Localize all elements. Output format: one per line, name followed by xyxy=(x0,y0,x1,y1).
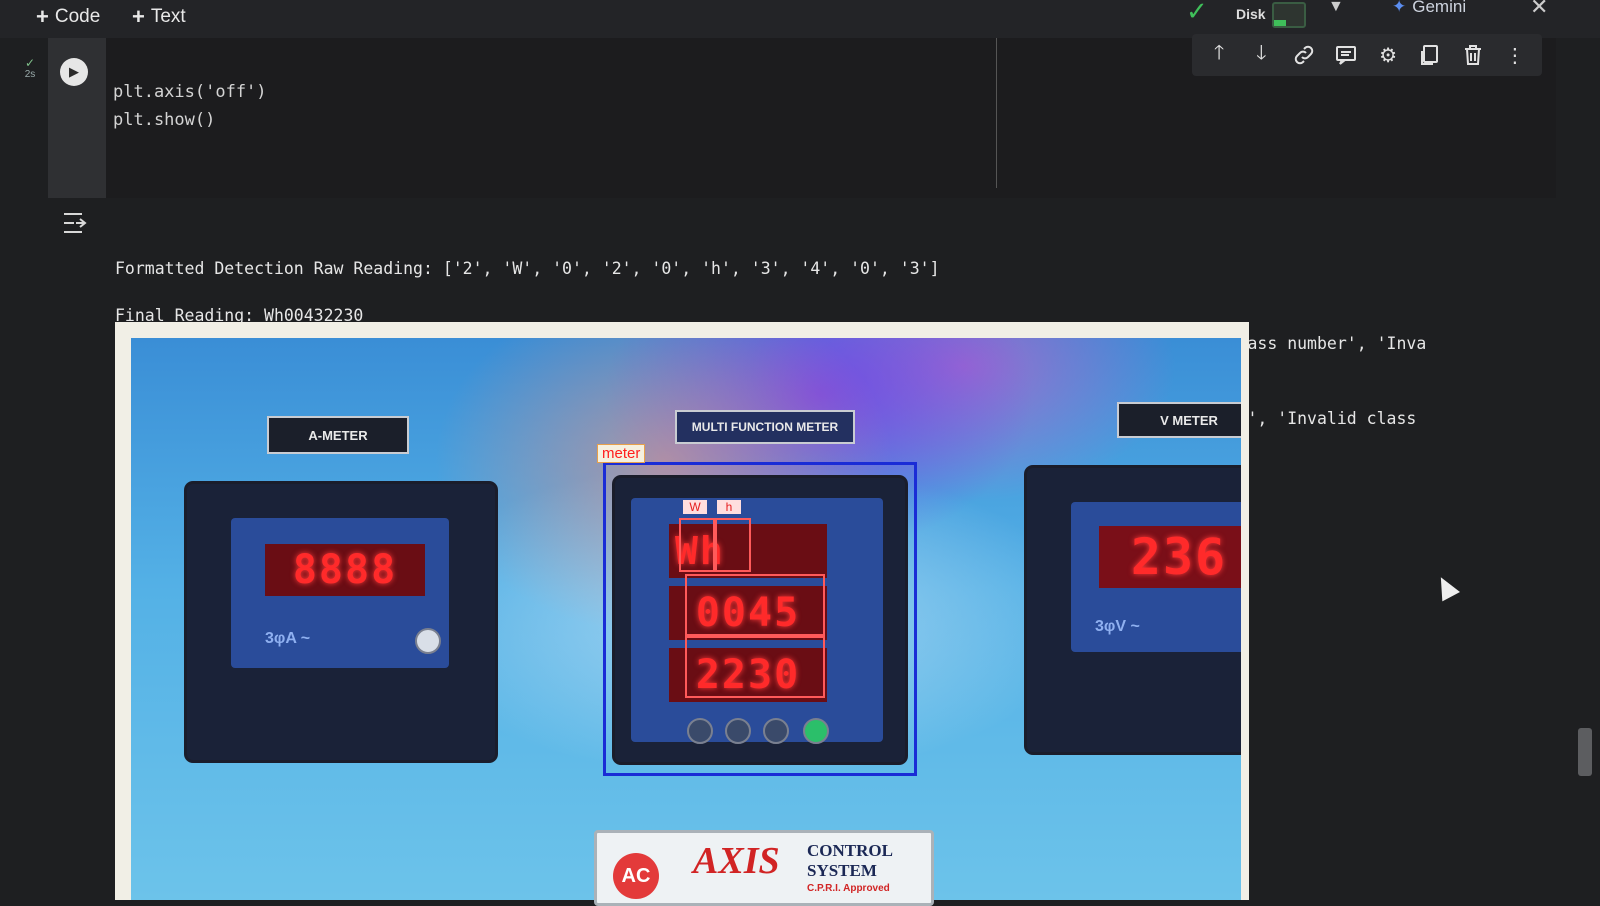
char-detection-box xyxy=(713,518,751,572)
play-icon: ▶ xyxy=(69,64,79,79)
brand-line-1: CONTROL xyxy=(807,841,893,860)
code-editor[interactable]: plt.axis('off') plt.show() xyxy=(113,78,267,134)
delete-icon[interactable] xyxy=(1458,40,1488,70)
link-icon[interactable] xyxy=(1289,40,1319,70)
vertical-scrollbar[interactable] xyxy=(1578,728,1592,776)
more-options-icon[interactable]: ⋮ xyxy=(1500,40,1530,70)
editor-ruler xyxy=(996,38,997,188)
a-meter-sub-label: 3φA ~ xyxy=(265,630,311,647)
output-line-raw: Formatted Detection Raw Reading: ['2', '… xyxy=(115,259,940,278)
gear-icon[interactable]: ⚙ xyxy=(1373,40,1403,70)
add-code-label: Code xyxy=(54,6,101,27)
run-cell-button[interactable]: ▶ xyxy=(60,58,88,86)
brand-logo: AC xyxy=(613,853,659,899)
disk-label[interactable]: Disk xyxy=(1236,6,1266,22)
move-up-icon[interactable]: 🡑 xyxy=(1204,40,1234,70)
char-detection-box xyxy=(679,518,717,572)
brand-line-2: SYSTEM xyxy=(807,861,877,880)
brand-tagline: CONTROL SYSTEM xyxy=(807,841,893,881)
plus-icon: + xyxy=(36,4,49,29)
char-detection-box xyxy=(685,636,825,698)
brand-name: AXIS xyxy=(693,840,780,882)
meter-detection-label: meter xyxy=(597,444,646,463)
code-line: plt.show() xyxy=(113,110,216,130)
check-icon: ✓ xyxy=(24,56,36,70)
add-code-button[interactable]: + Code xyxy=(36,4,100,30)
gemini-label: Gemini xyxy=(1412,0,1467,16)
add-text-label: Text xyxy=(150,6,186,27)
output-image: A-METER 8888 3φA ~ MULTI FUNCTION METER … xyxy=(131,338,1241,900)
disk-usage-bar[interactable] xyxy=(1272,2,1306,28)
execution-time: 2s xyxy=(24,69,36,80)
move-down-icon[interactable]: 🡓 xyxy=(1246,40,1276,70)
plus-icon: + xyxy=(132,4,145,29)
char-detection-box xyxy=(685,574,825,636)
char-detection-label: h xyxy=(717,500,741,514)
v-meter-display: 236 xyxy=(1099,526,1241,588)
char-detection-label: W xyxy=(683,500,707,514)
brand-plate: AC AXIS CONTROL SYSTEM C.P.R.I. Approved xyxy=(594,830,934,906)
close-icon[interactable]: ✕ xyxy=(1530,0,1548,20)
notebook-toolbar: + Code + Text ✓ Disk ▼ ✦ Gemini ✕ xyxy=(0,0,1600,38)
a-meter-plate: A-METER xyxy=(267,416,409,454)
brand-approval: C.P.R.I. Approved xyxy=(807,883,890,894)
gemini-button[interactable]: ✦ Gemini xyxy=(1392,0,1466,17)
connected-check-icon: ✓ xyxy=(1186,0,1208,26)
a-meter-display: 8888 xyxy=(265,544,425,596)
a-meter: 8888 3φA ~ xyxy=(187,484,495,760)
cell-toolbar: 🡑 🡓 ⚙ ⋮ xyxy=(1192,34,1542,76)
a-meter-knob xyxy=(415,628,441,654)
comment-icon[interactable] xyxy=(1331,40,1361,70)
code-line: plt.axis('off') xyxy=(113,82,267,102)
v-meter-sub-label: 3φV ~ xyxy=(1095,618,1140,635)
chevron-down-icon[interactable]: ▼ xyxy=(1328,0,1344,16)
gemini-star-icon: ✦ xyxy=(1392,0,1407,16)
execution-status: ✓ 2s xyxy=(20,56,40,80)
v-meter: 236 3φV ~ xyxy=(1027,468,1241,752)
mouse-cursor-icon xyxy=(1432,572,1460,602)
v-meter-plate: V METER xyxy=(1117,402,1241,438)
mirror-cell-icon[interactable] xyxy=(1415,40,1445,70)
add-text-button[interactable]: + Text xyxy=(132,4,186,30)
mfm-plate: MULTI FUNCTION METER xyxy=(675,410,855,444)
output-actions-icon[interactable] xyxy=(62,210,94,238)
